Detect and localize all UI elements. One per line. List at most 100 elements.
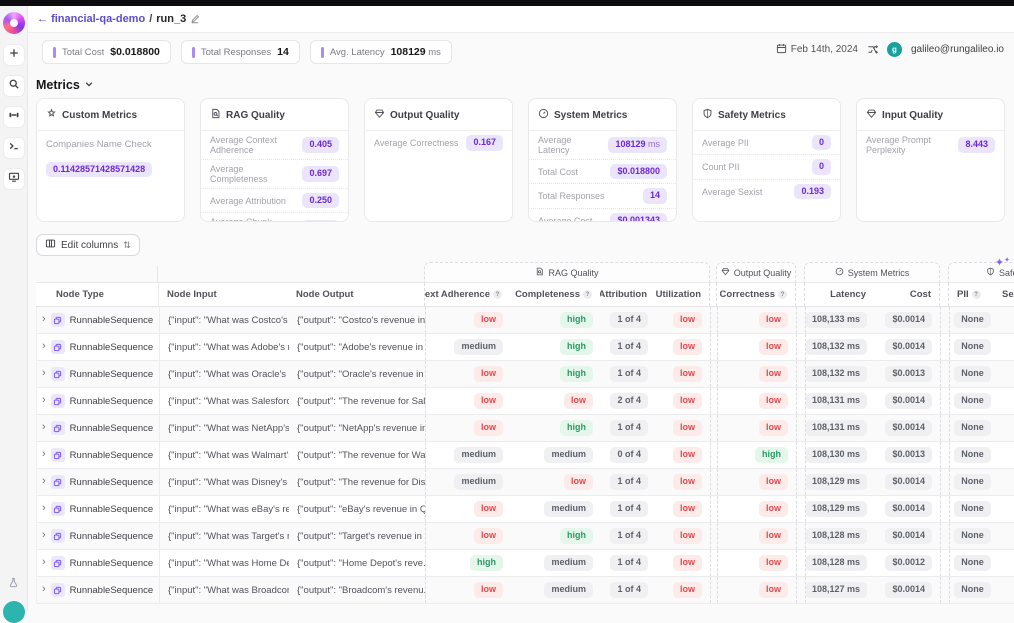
node-type-cell: ›RunnableSequence [37, 529, 159, 543]
column-header-cost[interactable]: Cost [874, 283, 940, 306]
info-icon[interactable]: ? [493, 290, 502, 299]
expand-chevron-icon[interactable]: › [42, 449, 46, 460]
chat-widget-button[interactable] [3, 601, 25, 623]
metric-card: Input Quality Average Prompt Perplexity … [856, 98, 1005, 222]
column-header-utilization[interactable]: Utilization [655, 283, 710, 306]
expand-chevron-icon[interactable]: › [42, 557, 46, 568]
table-row[interactable]: ›RunnableSequence {"input": "What was Co… [36, 307, 1014, 334]
utilization-badge: low [673, 582, 702, 597]
search-button[interactable] [4, 76, 24, 96]
metrics-section-toggle[interactable]: Metrics [36, 78, 94, 92]
attribution-badge: 1 of 4 [610, 582, 648, 597]
node-input-cell: {"input": "What was Broadcom'... [159, 577, 289, 603]
rag-quality-icon [535, 267, 544, 278]
training-button[interactable] [4, 107, 24, 127]
cost-badge: $0.0014 [885, 339, 932, 354]
column-header-completeness[interactable]: Completeness? [510, 289, 600, 300]
compare-runs-icon[interactable] [867, 44, 878, 55]
node-output-cell: {"output": "NetApp's revenue in... [289, 423, 425, 434]
cost-cell: $0.0014 [875, 415, 941, 441]
expand-chevron-icon[interactable]: › [42, 476, 46, 487]
column-header-node-input[interactable]: Node Input [158, 283, 288, 306]
column-header-sexist[interactable]: Sexist [994, 289, 1014, 300]
node-type-cell: ›RunnableSequence [37, 556, 159, 570]
correctness-badge: low [759, 420, 788, 435]
metric-value-badge: 0.405 [302, 137, 339, 152]
table-row[interactable]: ›RunnableSequence {"input": "What was Di… [36, 469, 1014, 496]
column-header-latency[interactable]: Latency [804, 283, 874, 306]
context-adherence-cell: low [425, 415, 511, 441]
edit-run-name-icon[interactable] [190, 14, 200, 24]
table-row[interactable]: ›RunnableSequence {"input": "What was Or… [36, 361, 1014, 388]
sequence-node-icon [51, 421, 65, 435]
utilization-badge: low [673, 420, 702, 435]
monitor-button[interactable] [4, 169, 24, 189]
table-row[interactable]: ›RunnableSequence {"input": "What was eB… [36, 496, 1014, 523]
expand-chevron-icon[interactable]: › [42, 584, 46, 595]
metric-value-badge: 0.046 [302, 220, 339, 222]
metric-label: Average Cost [538, 216, 596, 223]
pii-cell: None [949, 388, 995, 414]
console-button[interactable] [4, 138, 24, 158]
table-row[interactable]: ›RunnableSequence {"input": "What was Ta… [36, 523, 1014, 550]
attribution-cell: 1 of 4 [601, 582, 656, 597]
user-email[interactable]: galileo@rungalileo.io [911, 44, 1004, 55]
metric-row: Average Completeness 0.697 [201, 160, 348, 189]
expand-chevron-icon[interactable]: › [42, 530, 46, 541]
group-output-quality: Output Quality [716, 262, 796, 282]
search-icon [8, 77, 20, 95]
cost-cell: $0.0013 [875, 361, 941, 387]
utilization-badge: low [673, 474, 702, 489]
column-header-context-adherence[interactable]: Context Adherence? [424, 283, 510, 306]
cost-cell: $0.0014 [875, 523, 941, 549]
context-adherence-badge: low [474, 582, 503, 597]
stat-accent-bar [192, 47, 195, 58]
metric-card-title: Output Quality [390, 110, 459, 121]
expand-chevron-icon[interactable]: › [42, 314, 46, 325]
flask-icon[interactable] [8, 575, 19, 593]
galileo-logo[interactable] [3, 12, 25, 34]
info-icon[interactable]: ? [972, 290, 981, 299]
window-top-strip [0, 0, 1014, 6]
table-row[interactable]: ›RunnableSequence {"input": "What was Ad… [36, 334, 1014, 361]
breadcrumb-project-link[interactable]: ← financial-qa-demo [37, 13, 145, 25]
column-header-attribution[interactable]: Attribution [600, 289, 655, 300]
table-row[interactable]: ›RunnableSequence {"input": "What was Ho… [36, 550, 1014, 577]
expand-chevron-icon[interactable]: › [42, 368, 46, 379]
cost-cell: $0.0013 [875, 442, 941, 468]
new-project-button[interactable] [4, 45, 24, 65]
expand-chevron-icon[interactable]: › [42, 395, 46, 406]
expand-chevron-icon[interactable]: › [42, 341, 46, 352]
correctness-cell: low [717, 496, 797, 522]
metrics-section-title: Metrics [36, 78, 80, 92]
table-row[interactable]: ›RunnableSequence {"input": "What was Wa… [36, 442, 1014, 469]
table-row[interactable]: ›RunnableSequence {"input": "What was Br… [36, 577, 1014, 604]
column-header-node-output[interactable]: Node Output [288, 289, 424, 300]
user-avatar[interactable]: g [887, 42, 902, 57]
node-input-cell: {"input": "What was Costco's re... [159, 307, 289, 333]
pii-badge: None [954, 366, 991, 381]
column-header-node-type[interactable]: Node Type [36, 289, 158, 300]
edit-columns-button[interactable]: Edit columns ⇅ [36, 234, 140, 256]
sparkles-icon[interactable]: ✦✦ [995, 256, 1010, 269]
node-output-cell: {"output": "Home Depot's reve... [289, 558, 425, 569]
metric-card-header: Safety Metrics [693, 99, 840, 131]
metric-card-body: Average Correctness 0.167 [365, 131, 512, 155]
node-type-cell: ›RunnableSequence [37, 367, 159, 381]
context-adherence-badge: medium [454, 447, 503, 462]
completeness-badge: high [560, 528, 593, 543]
table-row[interactable]: ›RunnableSequence {"input": "What was Ne… [36, 415, 1014, 442]
utilization-cell: low [656, 469, 711, 495]
node-type-label: RunnableSequence [70, 396, 153, 407]
table-row[interactable]: ›RunnableSequence {"input": "What was Sa… [36, 388, 1014, 415]
info-icon[interactable]: ? [583, 290, 592, 299]
column-header-correctness[interactable]: Correctness? [716, 283, 796, 306]
expand-chevron-icon[interactable]: › [42, 503, 46, 514]
latency-cell: 108,133 ms [805, 307, 875, 333]
column-header-pii[interactable]: PII? [948, 283, 994, 306]
correctness-badge: low [759, 339, 788, 354]
header-right-cluster: Feb 14th, 2024 g galileo@rungalileo.io [776, 42, 1004, 57]
info-icon[interactable]: ? [778, 290, 787, 299]
node-output-cell: {"output": "Costco's revenue in ... [289, 315, 425, 326]
expand-chevron-icon[interactable]: › [42, 422, 46, 433]
